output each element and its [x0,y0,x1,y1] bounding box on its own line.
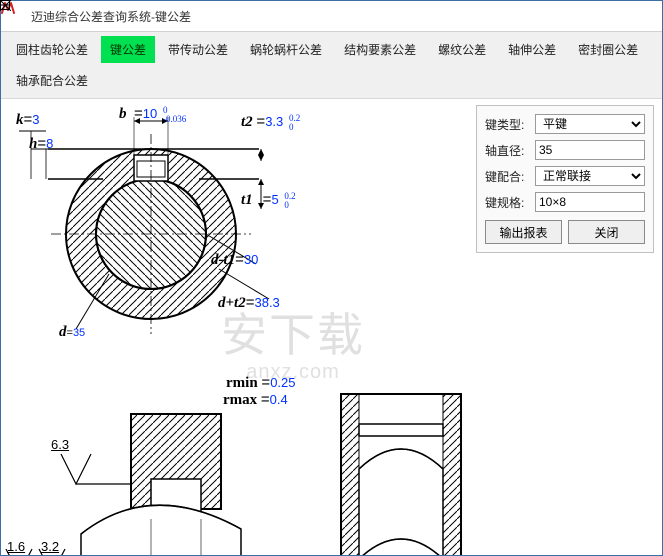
key-spec-output [535,192,645,212]
dim-rmax: rmax =0.4 [223,391,288,409]
key-type-label: 键类型: [485,116,535,133]
key-type-select[interactable]: 平键 [535,114,645,134]
key-fit-select[interactable]: 正常联接 [535,166,645,186]
dim-b: b =10 0-0.036 [119,105,186,124]
dim-h: h=8 [29,135,53,153]
surface-finish-1-6: 1.6 [7,539,25,554]
dim-d: d=35 [59,324,85,341]
dim-t2: t2 =3.3 0.20 [241,113,300,132]
surface-finish-3-2: 3.2 [41,539,59,554]
tab-worm-gear[interactable]: 蜗轮蜗杆公差 [241,36,331,63]
category-tabs: 圆柱齿轮公差 键公差 带传动公差 蜗轮蜗杆公差 结构要素公差 螺纹公差 轴伸公差… [1,32,662,99]
dim-t1: t1=5 0.20 [241,191,296,210]
parameter-panel: 键类型: 平键 轴直径: 键配合: 正常联接 键规格: 输出报表 关闭 [476,105,654,253]
key-spec-label: 键规格: [485,194,535,211]
upper-figure [1,99,481,359]
window-title: 迈迪综合公差查询系统-键公差 [31,8,191,25]
tab-structure-element[interactable]: 结构要素公差 [335,36,425,63]
dim-d-t2: d+t2=38.3 [218,294,280,312]
dim-k: k=3 [16,111,40,129]
shaft-diameter-input[interactable] [535,140,645,160]
minimize-button[interactable] [522,2,566,30]
client-area: 安下载 anxz.com [1,99,662,555]
export-report-button[interactable]: 输出报表 [485,220,562,244]
title-bar: 迈迪综合公差查询系统-键公差 [1,1,662,32]
app-icon [9,8,25,24]
maximize-button[interactable] [566,2,610,30]
tab-bearing-fit[interactable]: 轴承配合公差 [7,67,97,94]
key-fit-label: 键配合: [485,168,535,185]
shaft-diameter-label: 轴直径: [485,142,535,159]
tab-shaft-extension[interactable]: 轴伸公差 [499,36,565,63]
dim-d-t1: d-t1=30 [211,251,258,269]
tab-thread[interactable]: 螺纹公差 [429,36,495,63]
app-window: 迈迪综合公差查询系统-键公差 圆柱齿轮公差 键公差 带传动公差 蜗轮蜗杆公差 结… [0,0,663,556]
tab-cylindrical-gear[interactable]: 圆柱齿轮公差 [7,36,97,63]
tab-key-tolerance[interactable]: 键公差 [101,36,155,63]
surface-finish-6-3: 6.3 [51,437,69,452]
tab-seal-ring[interactable]: 密封圈公差 [569,36,647,63]
close-button[interactable]: 关闭 [568,220,645,244]
dim-rmin: rmin =0.25 [226,374,296,392]
tab-belt-drive[interactable]: 带传动公差 [159,36,237,63]
close-window-button[interactable] [610,2,654,30]
